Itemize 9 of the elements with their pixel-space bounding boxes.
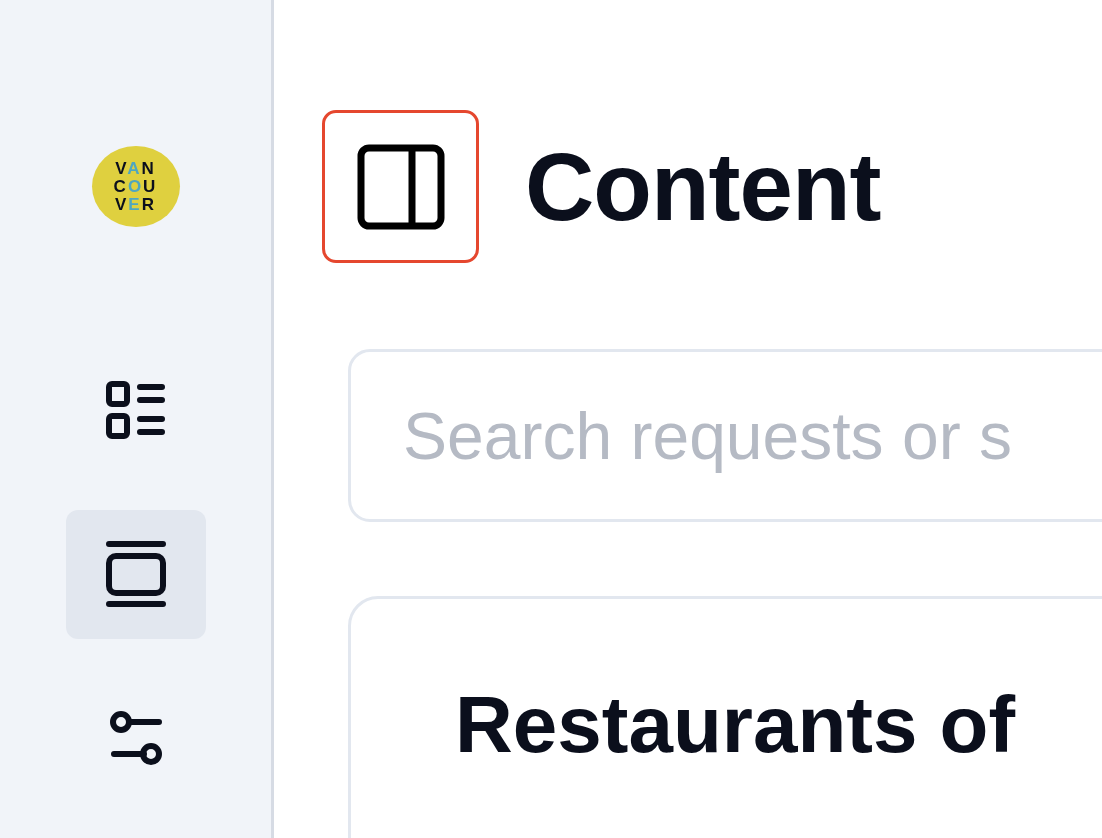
page-title: Content [525,131,881,242]
logo: VAN COU VER [91,146,180,228]
sidebar-item[interactable] [65,509,206,639]
window-icon [105,541,166,608]
list-icon [105,380,166,439]
sliders-icon [109,711,162,766]
sidebar-toggle-button[interactable] [322,110,479,263]
card-title: Restaurants of [455,679,1017,771]
search-field[interactable]: Search requests or s [348,349,1102,522]
